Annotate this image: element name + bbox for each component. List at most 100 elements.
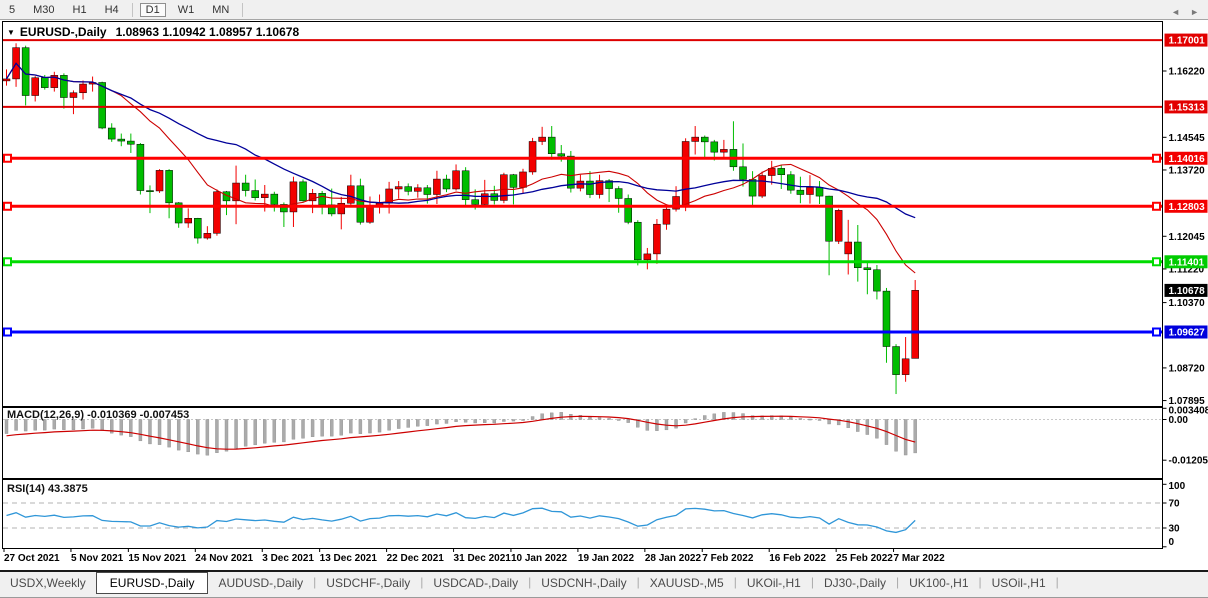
macd-histogram-bar [235, 420, 238, 449]
macd-histogram-bar [43, 420, 46, 431]
macd-histogram-bar [522, 420, 525, 421]
date-axis-label: 7 Mar 2022 [894, 553, 946, 564]
candle-body [405, 187, 412, 192]
hline-marker-right[interactable] [1153, 155, 1160, 162]
candle-body [567, 156, 574, 188]
candle-body [194, 218, 201, 238]
macd-histogram-bar [129, 420, 132, 437]
candle-body [357, 186, 364, 222]
candle-body [615, 189, 622, 199]
macd-histogram-bar [455, 420, 458, 422]
macd-histogram-bar [732, 413, 735, 420]
chart-tab-usdcnh-daily[interactable]: USDCNH-,Daily [531, 573, 636, 593]
candle-body [873, 270, 880, 291]
candle-body [137, 144, 144, 190]
macd-histogram-bar [388, 420, 391, 431]
macd-axis-label: -0.012054 [1169, 456, 1208, 467]
macd-histogram-bar [560, 412, 563, 419]
chart-tab-usoil-h1[interactable]: USOil-,H1 [982, 573, 1056, 593]
macd-histogram-bar [789, 417, 792, 419]
macd-histogram-bar [416, 420, 419, 427]
macd-histogram-bar [311, 420, 314, 437]
hline-marker-right[interactable] [1153, 258, 1160, 265]
timeframe-button-H1[interactable]: H1 [67, 3, 93, 17]
timeframe-button-5[interactable]: 5 [3, 3, 21, 17]
candle-body [252, 191, 259, 198]
macd-histogram-bar [263, 420, 266, 444]
timeframe-button-W1[interactable]: W1 [172, 3, 201, 17]
hline-marker-left[interactable] [4, 329, 11, 336]
macd-axis-label: 0.00 [1169, 415, 1189, 426]
candle-body [347, 186, 354, 203]
timeframe-button-H4[interactable]: H4 [99, 3, 125, 17]
macd-histogram-bar [474, 420, 477, 423]
timeframe-button-D1[interactable]: D1 [140, 3, 166, 17]
candle-body [366, 206, 373, 222]
toolbar-divider [242, 3, 243, 17]
chart-tab-audusd-daily[interactable]: AUDUSD-,Daily [208, 573, 313, 593]
hline-marker-right[interactable] [1153, 329, 1160, 336]
candle-body [481, 194, 488, 205]
date-axis-label: 5 Nov 2021 [71, 553, 124, 564]
macd-histogram-bar [215, 420, 218, 453]
rsi-indicator-label: RSI(14) 43.3875 [7, 483, 88, 495]
candle-body [845, 242, 852, 254]
hline-marker-left[interactable] [4, 203, 11, 210]
macd-histogram-bar [512, 420, 515, 422]
macd-histogram-bar [378, 420, 381, 433]
chart-tab-usdchf-daily[interactable]: USDCHF-,Daily [316, 573, 420, 593]
candle-body [520, 172, 527, 187]
rsi-axis-label: 100 [1169, 481, 1186, 492]
macd-histogram-bar [187, 420, 190, 452]
macd-histogram-bar [196, 420, 199, 455]
macd-histogram-bar [684, 420, 687, 423]
timeframe-button-MN[interactable]: MN [206, 3, 235, 17]
candle-body [816, 187, 823, 196]
price-badge-text: 1.15313 [1169, 102, 1206, 113]
candle-body [213, 192, 220, 234]
chart-tab-uk100-h1[interactable]: UK100-,H1 [899, 573, 978, 593]
candle-body [261, 194, 268, 198]
macd-histogram-bar [158, 420, 161, 445]
macd-histogram-bar [254, 420, 257, 445]
candle-body [510, 175, 517, 188]
chart-tab-xauusd-m5[interactable]: XAUUSD-,M5 [640, 573, 734, 593]
price-axis-label: 1.16220 [1169, 67, 1206, 78]
candle-body [539, 137, 546, 141]
macd-histogram-bar [168, 420, 171, 448]
candle-body [80, 84, 87, 93]
chart-tab-eurusd-daily[interactable]: EURUSD-,Daily [96, 572, 209, 594]
chart-title: ▼ EURUSD-,Daily 1.08963 1.10942 1.08957 … [7, 25, 299, 39]
date-axis-label: 27 Oct 2021 [4, 553, 60, 564]
date-axis-label: 15 Nov 2021 [128, 553, 186, 564]
candle-body [883, 291, 890, 346]
tab-scroll-left-icon[interactable]: ◄ [1171, 7, 1180, 17]
chart-tab-dj30-daily[interactable]: DJ30-,Daily [814, 573, 896, 593]
hline-marker-left[interactable] [4, 258, 11, 265]
candle-body [3, 79, 10, 81]
hline-marker-right[interactable] [1153, 203, 1160, 210]
chart-tab-usdcad-daily[interactable]: USDCAD-,Daily [423, 573, 528, 593]
macd-histogram-bar [321, 420, 324, 437]
chart-tab-ukoil-h1[interactable]: UKOil-,H1 [737, 573, 811, 593]
price-badge-text: 1.12803 [1169, 202, 1206, 213]
macd-histogram-bar [904, 420, 907, 456]
candle-body [472, 200, 479, 205]
macd-histogram-bar [340, 420, 343, 436]
date-axis-label: 7 Feb 2022 [702, 553, 754, 564]
chart-ohlc-values: 1.08963 1.10942 1.08957 1.10678 [116, 25, 300, 39]
price-axis: 1.162201.145451.137201.120451.112201.103… [1163, 34, 1208, 407]
chart-symbol-period: EURUSD-,Daily [20, 25, 107, 39]
candle-body [749, 179, 756, 196]
date-axis-label: 16 Feb 2022 [769, 553, 826, 564]
chart-tab-usdx-weekly[interactable]: USDX,Weekly [0, 573, 96, 593]
candle-body [653, 224, 660, 254]
symbol-dropdown-icon[interactable]: ▼ [7, 28, 15, 37]
chart-canvas: 1.162201.145451.137201.120451.112201.103… [0, 0, 1208, 598]
tab-scroll-right-icon[interactable]: ► [1190, 7, 1199, 17]
hline-marker-left[interactable] [4, 155, 11, 162]
timeframe-toolbar: 5 M30 H1 H4 D1 W1 MN [0, 0, 1208, 20]
rsi-panel [3, 480, 1163, 549]
macd-histogram-bar [847, 420, 850, 428]
timeframe-button-M30[interactable]: M30 [27, 3, 60, 17]
